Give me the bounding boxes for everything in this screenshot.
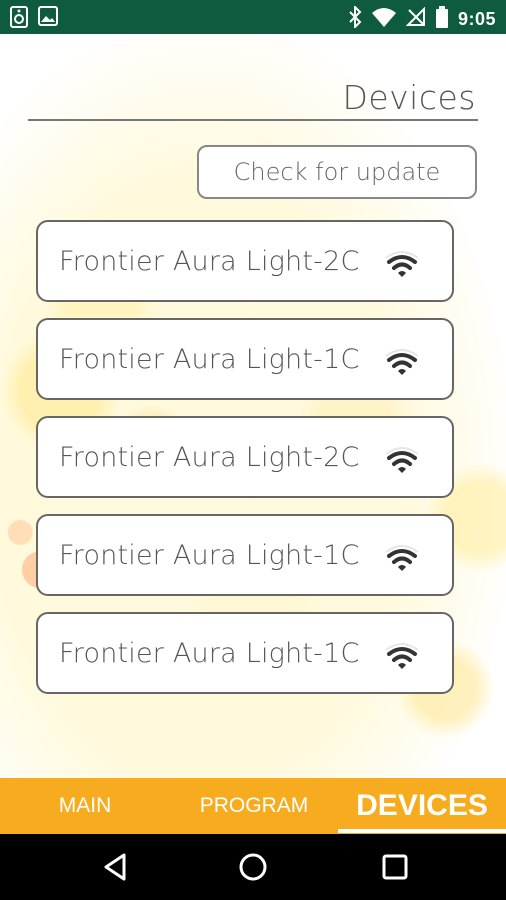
check-for-update-button[interactable]: Check for update <box>197 145 477 199</box>
device-list: Frontier Aura Light-2C Frontier Aura Lig… <box>36 220 454 710</box>
system-nav-bar <box>0 834 506 900</box>
title-divider <box>28 119 478 121</box>
wifi-icon <box>385 251 419 277</box>
wifi-icon <box>385 545 419 571</box>
device-item[interactable]: Frontier Aura Light-1C <box>36 612 454 694</box>
tab-main[interactable]: MAIN <box>0 778 170 834</box>
device-item[interactable]: Frontier Aura Light-2C <box>36 220 454 302</box>
device-item[interactable]: Frontier Aura Light-1C <box>36 514 454 596</box>
home-icon[interactable] <box>238 852 268 882</box>
wifi-icon <box>385 349 419 375</box>
active-tab-indicator <box>338 829 506 833</box>
device-name: Frontier Aura Light-1C <box>59 637 360 669</box>
image-icon <box>38 6 58 32</box>
device-name: Frontier Aura Light-2C <box>59 441 360 473</box>
back-icon[interactable] <box>100 852 130 882</box>
device-name: Frontier Aura Light-2C <box>59 245 360 277</box>
battery-icon <box>435 6 448 32</box>
page-title: Devices <box>342 78 476 117</box>
wifi-icon <box>371 7 396 31</box>
device-item[interactable]: Frontier Aura Light-2C <box>36 416 454 498</box>
no-sim-icon <box>405 6 426 31</box>
device-name: Frontier Aura Light-1C <box>59 539 360 571</box>
status-bar: 9:05 <box>0 0 506 34</box>
recents-icon[interactable] <box>380 852 410 882</box>
speaker-icon <box>10 6 28 32</box>
device-item[interactable]: Frontier Aura Light-1C <box>36 318 454 400</box>
tab-program[interactable]: PROGRAM <box>170 778 338 834</box>
device-name: Frontier Aura Light-1C <box>59 343 360 375</box>
bluetooth-icon <box>348 4 362 32</box>
tab-devices[interactable]: DEVICES <box>338 778 506 834</box>
status-time: 9:05 <box>457 8 496 29</box>
wifi-icon <box>385 447 419 473</box>
wifi-icon <box>385 643 419 669</box>
bottom-tab-bar: MAIN PROGRAM DEVICES <box>0 778 506 834</box>
